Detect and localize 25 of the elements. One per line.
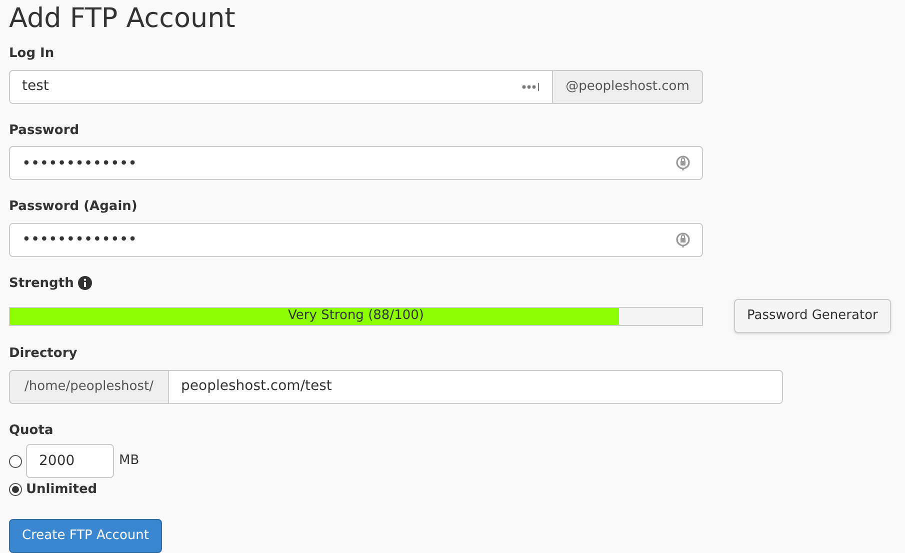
directory-prefix: /home/peopleshost/ [9, 370, 169, 404]
password-field[interactable]: ••••••••••••• [9, 146, 703, 180]
info-icon[interactable] [78, 276, 92, 290]
dots-icon[interactable] [522, 82, 540, 90]
field-label: Password [9, 122, 80, 140]
create-ftp-account-button[interactable]: Create FTP Account [9, 518, 162, 552]
strength-reading: Very Strong (88/100) [288, 307, 424, 326]
radio-label: Unlimited [26, 481, 98, 499]
radio-button[interactable] [9, 454, 22, 468]
page-title: Add FTP Account [9, 2, 236, 36]
domain-addon: @peopleshost.com [553, 70, 703, 104]
lock-icon[interactable] [676, 232, 690, 248]
unit-label: MB [119, 452, 140, 470]
directory-field[interactable]: peopleshost.com/test [169, 370, 783, 404]
field-label: Quota [9, 422, 54, 440]
field-label: Strength [9, 274, 74, 292]
field-label: Log In [9, 45, 56, 63]
radio-button[interactable] [9, 483, 22, 496]
field-label: Directory [9, 345, 78, 363]
login-field[interactable]: test [9, 70, 553, 104]
password-generator-button[interactable]: Password Generator [734, 299, 891, 333]
password-field[interactable]: ••••••••••••• [9, 222, 703, 256]
lock-icon[interactable] [676, 155, 690, 171]
field-label: Password (Again) [9, 198, 138, 216]
quota-field[interactable]: 2000 [26, 444, 114, 478]
